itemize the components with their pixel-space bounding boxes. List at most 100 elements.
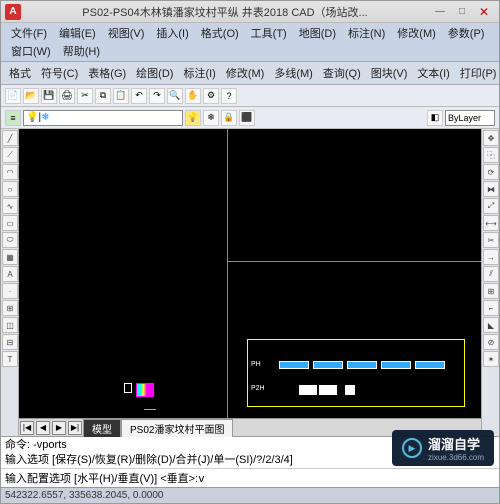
layer-combo[interactable]: 💡|❄ <box>23 110 183 126</box>
extend-icon[interactable]: → <box>483 249 499 265</box>
cmd-prompt: 输入配置选项 [水平(H)/垂直(V)] <垂直>: <box>5 470 198 486</box>
color-icon[interactable]: ⬛ <box>239 110 255 126</box>
rt-modify[interactable]: 修改(M) <box>222 64 269 82</box>
rt-text[interactable]: 文本(I) <box>413 64 453 82</box>
undo-icon[interactable]: ↶ <box>131 88 147 104</box>
menu-insert[interactable]: 插入(I) <box>150 24 194 42</box>
tab-model[interactable]: 模型 <box>83 419 121 437</box>
redo-icon[interactable]: ↷ <box>149 88 165 104</box>
hatch-icon[interactable]: ▦ <box>2 249 18 265</box>
rt-draw[interactable]: 绘图(D) <box>132 64 177 82</box>
rect-icon[interactable]: ▭ <box>2 215 18 231</box>
layer-toolbar: ≡ 💡|❄ 💡 ❄ 🔒 ⬛ ◧ ByLayer <box>1 107 499 129</box>
strip-2 <box>313 361 343 369</box>
offset-icon[interactable]: ⫽ <box>483 266 499 282</box>
tab-next-icon[interactable]: ▶ <box>52 421 66 435</box>
mtext-icon[interactable]: T <box>2 351 18 367</box>
menu-param[interactable]: 参数(P) <box>442 24 491 42</box>
ellipse-icon[interactable]: ⬭ <box>2 232 18 248</box>
viewport-vertical-divider[interactable] <box>227 129 228 418</box>
bulb-icon[interactable]: 💡 <box>185 110 201 126</box>
print-icon[interactable]: 🖨 <box>59 88 75 104</box>
menubar: 文件(F) 编辑(E) 视图(V) 插入(I) 格式(O) 工具(T) 地图(D… <box>1 23 499 62</box>
array-icon[interactable]: ⊞ <box>483 283 499 299</box>
tab-layout-1[interactable]: PS02潘家坟村平面图 <box>121 419 233 437</box>
rt-table[interactable]: 表格(G) <box>84 64 130 82</box>
block-icon[interactable]: ⊞ <box>2 300 18 316</box>
arc-icon[interactable]: ◠ <box>2 164 18 180</box>
layer-manager-icon[interactable]: ≡ <box>5 110 21 126</box>
right-toolbar: ✥ ⿻ ⟳ ⧓ ⤢ ⟷ ✂ → ⫽ ⊞ ⌐ ◣ ⊘ ✶ <box>481 129 499 436</box>
rt-format[interactable]: 格式 <box>5 64 35 82</box>
command-input[interactable] <box>198 470 495 486</box>
line-icon[interactable]: ╱ <box>2 130 18 146</box>
region-icon[interactable]: ◫ <box>2 317 18 333</box>
fill-3 <box>345 385 355 395</box>
tab-prev-icon[interactable]: ◀ <box>36 421 50 435</box>
copy2-icon[interactable]: ⿻ <box>483 147 499 163</box>
rt-block[interactable]: 图块(V) <box>367 64 412 82</box>
close-button[interactable]: ✕ <box>473 4 495 20</box>
pan-icon[interactable]: ✋ <box>185 88 201 104</box>
rt-symbol[interactable]: 符号(C) <box>37 64 82 82</box>
move-icon[interactable]: ✥ <box>483 130 499 146</box>
chamfer-icon[interactable]: ◣ <box>483 317 499 333</box>
pline-icon[interactable]: ⟋ <box>2 147 18 163</box>
rt-mline[interactable]: 多线(M) <box>270 64 317 82</box>
rt-dim[interactable]: 标注(I) <box>179 64 219 82</box>
strip-4 <box>381 361 411 369</box>
text-icon[interactable]: A <box>2 266 18 282</box>
cut-icon[interactable]: ✂ <box>77 88 93 104</box>
copy-icon[interactable]: ⧉ <box>95 88 111 104</box>
table-icon[interactable]: ⊟ <box>2 334 18 350</box>
scale-icon[interactable]: ⤢ <box>483 198 499 214</box>
viewport-horizontal-divider[interactable] <box>227 261 481 262</box>
menu-dimension[interactable]: 标注(N) <box>342 24 391 42</box>
open-icon[interactable]: 📂 <box>23 88 39 104</box>
point-icon[interactable]: · <box>2 283 18 299</box>
spline-icon[interactable]: ∿ <box>2 198 18 214</box>
watermark: ▶ 溜溜自学 zixue.3d66.com <box>392 430 494 466</box>
menu-help[interactable]: 帮助(H) <box>57 42 106 60</box>
help-icon[interactable]: ? <box>221 88 237 104</box>
lock-icon[interactable]: 🔒 <box>221 110 237 126</box>
watermark-url: zixue.3d66.com <box>428 453 484 462</box>
minimize-button[interactable]: — <box>429 4 451 20</box>
break-icon[interactable]: ⊘ <box>483 334 499 350</box>
menu-file[interactable]: 文件(F) <box>5 24 53 42</box>
menu-window[interactable]: 窗口(W) <box>5 42 57 60</box>
maximize-button[interactable]: □ <box>451 4 473 20</box>
menu-tools[interactable]: 工具(T) <box>245 24 293 42</box>
drawing-rect <box>124 383 132 393</box>
tab-last-icon[interactable]: ▶| <box>68 421 82 435</box>
menu-view[interactable]: 视图(V) <box>102 24 151 42</box>
tab-first-icon[interactable]: |◀ <box>20 421 34 435</box>
fillet-icon[interactable]: ⌐ <box>483 300 499 316</box>
selection-box <box>247 339 465 407</box>
rt-query[interactable]: 查询(Q) <box>319 64 365 82</box>
bycolor-icon[interactable]: ◧ <box>427 110 443 126</box>
drawing-canvas[interactable]: PH P2H |◀ ◀ ▶ ▶| 模型 PS02潘家坟村平面图 <box>19 129 481 436</box>
freeze-icon[interactable]: ❄ <box>203 110 219 126</box>
bylayer-combo[interactable]: ByLayer <box>445 110 495 126</box>
mirror-icon[interactable]: ⧓ <box>483 181 499 197</box>
command-input-row: 输入配置选项 [水平(H)/垂直(V)] <垂直>: <box>1 468 499 487</box>
stretch-icon[interactable]: ⟷ <box>483 215 499 231</box>
window-title: PS02-PS04木林镇潘家坟村平纵 井表2018 CAD（场站改... <box>21 4 429 20</box>
menu-format[interactable]: 格式(O) <box>195 24 245 42</box>
trim-icon[interactable]: ✂ <box>483 232 499 248</box>
menu-map[interactable]: 地图(D) <box>293 24 342 42</box>
status-coords: 542322.6557, 335638.2045, 0.0000 <box>5 490 164 501</box>
new-icon[interactable]: 📄 <box>5 88 21 104</box>
cog-icon[interactable]: ⚙ <box>203 88 219 104</box>
paste-icon[interactable]: 📋 <box>113 88 129 104</box>
rotate-icon[interactable]: ⟳ <box>483 164 499 180</box>
rt-print[interactable]: 打印(P) <box>456 64 499 82</box>
circle-icon[interactable]: ○ <box>2 181 18 197</box>
menu-edit[interactable]: 编辑(E) <box>53 24 102 42</box>
strip-3 <box>347 361 377 369</box>
explode-icon[interactable]: ✶ <box>483 351 499 367</box>
save-icon[interactable]: 💾 <box>41 88 57 104</box>
menu-modify[interactable]: 修改(M) <box>391 24 442 42</box>
zoom-icon[interactable]: 🔍 <box>167 88 183 104</box>
